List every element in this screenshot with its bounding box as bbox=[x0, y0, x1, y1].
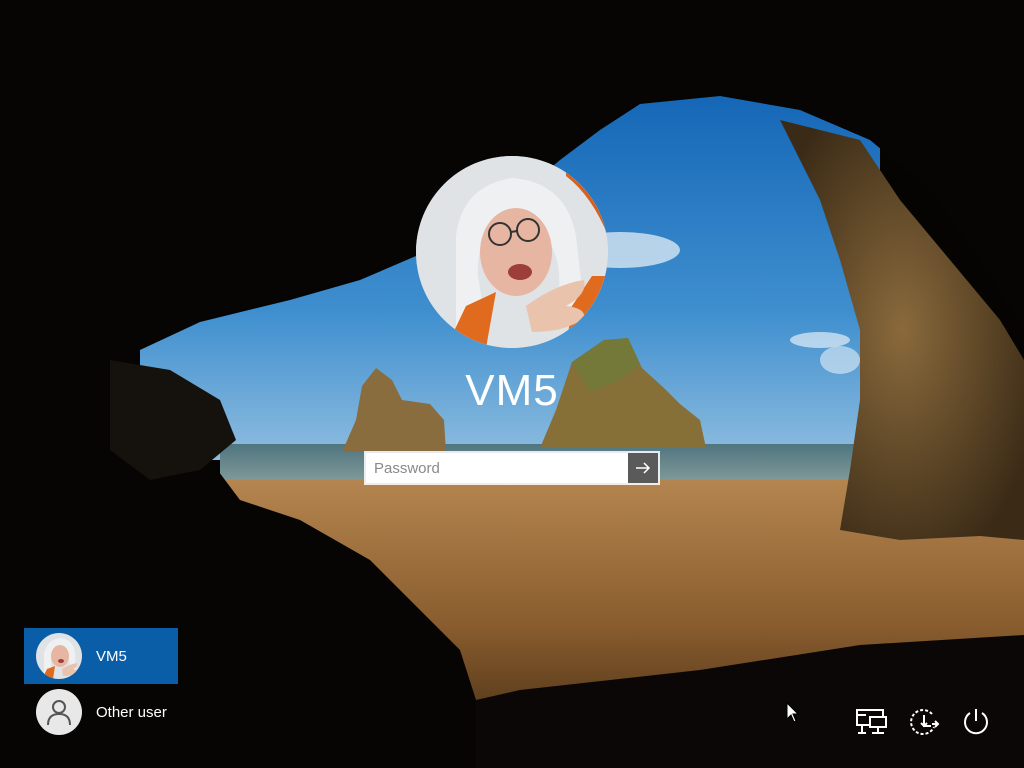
ease-of-access-icon bbox=[910, 709, 940, 736]
power-button[interactable] bbox=[958, 702, 994, 742]
arrow-right-icon bbox=[636, 462, 651, 474]
submit-arrow-button[interactable] bbox=[628, 453, 658, 483]
generic-user-icon bbox=[36, 689, 82, 735]
user-tile-label: VM5 bbox=[96, 647, 127, 665]
network-icon bbox=[856, 709, 887, 734]
password-box bbox=[364, 451, 660, 485]
user-avatar bbox=[36, 633, 82, 679]
user-tile-other-user[interactable]: Other user bbox=[24, 684, 178, 740]
user-tile-label: Other user bbox=[96, 703, 167, 721]
network-button[interactable] bbox=[854, 702, 890, 742]
password-input[interactable] bbox=[366, 453, 628, 483]
user-profile-picture bbox=[416, 156, 608, 348]
user-list: VM5 Other user bbox=[24, 628, 178, 740]
power-icon bbox=[964, 709, 988, 735]
username-label: VM5 bbox=[465, 366, 559, 415]
ease-of-access-button[interactable] bbox=[906, 702, 942, 742]
mouse-cursor-icon bbox=[786, 702, 800, 723]
system-tray bbox=[854, 702, 994, 742]
user-tile-vm5[interactable]: VM5 bbox=[24, 628, 178, 684]
